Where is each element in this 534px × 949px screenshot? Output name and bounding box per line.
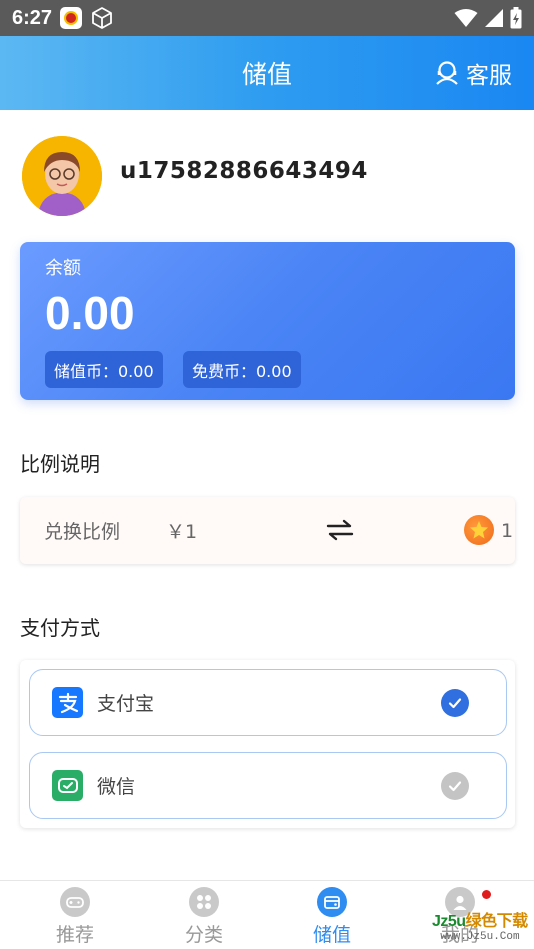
nav-label-category: 分类 xyxy=(184,924,223,946)
avatar[interactable] xyxy=(22,136,102,216)
balance-card: 余额 0.00 储值币：0.00 免费币：0.00 xyxy=(20,242,515,400)
coin-icon xyxy=(464,515,494,545)
payment-option-label: 支付宝 xyxy=(97,693,155,715)
ratio-label: 兑换比例 xyxy=(44,521,121,543)
status-time: 6:27 xyxy=(12,6,53,29)
wechat-icon xyxy=(52,770,83,801)
payment-option-alipay[interactable]: 支付宝 xyxy=(29,669,507,736)
gamepad-icon xyxy=(60,887,90,917)
app-notification-icon xyxy=(60,7,83,29)
ratio-amount: ￥1 xyxy=(166,521,198,543)
page-title: 储值 xyxy=(241,60,292,89)
headset-icon xyxy=(436,61,458,85)
payment-option-label: 微信 xyxy=(97,776,136,798)
avatar-image xyxy=(22,136,102,216)
free-coins-badge: 免费币：0.00 xyxy=(183,351,301,388)
username: u17582886643494 xyxy=(120,158,368,184)
unselected-check-icon[interactable] xyxy=(441,771,469,800)
status-bar: 6:27 xyxy=(0,0,534,36)
customer-service-label: 客服 xyxy=(466,63,512,89)
page-header: 储值 客服 xyxy=(0,36,534,110)
nav-item-category[interactable]: 分类 xyxy=(154,887,254,947)
watermark-text: 绿色下载 xyxy=(465,913,529,930)
cube-icon xyxy=(92,7,112,29)
customer-service-button[interactable]: 客服 xyxy=(434,36,512,110)
wallet-icon xyxy=(317,887,347,917)
stored-coins-badge: 储值币：0.00 xyxy=(45,351,163,388)
swap-icon xyxy=(326,519,354,541)
exchange-ratio-box: 兑换比例 ￥1 1 xyxy=(20,497,515,564)
nav-label-recharge: 储值 xyxy=(312,924,351,946)
signal-icon xyxy=(485,9,503,27)
balance-label: 余额 xyxy=(45,258,81,279)
alipay-icon xyxy=(52,687,83,718)
nav-item-recommend[interactable]: 推荐 xyxy=(25,887,125,947)
nav-label-recommend: 推荐 xyxy=(55,924,94,946)
payment-methods-card: 支付宝 微信 xyxy=(20,660,515,828)
nav-item-recharge[interactable]: 储值 xyxy=(282,887,382,947)
grid-icon xyxy=(189,887,219,917)
coin-count: 1 xyxy=(501,519,514,542)
payment-section-title: 支付方式 xyxy=(20,616,100,640)
notification-dot xyxy=(482,890,491,899)
watermark-url: www.Jz5u.Com xyxy=(440,931,520,943)
ratio-section-title: 比例说明 xyxy=(20,452,100,476)
watermark-brand: Jz5u xyxy=(432,913,466,930)
battery-icon xyxy=(510,7,522,29)
selected-check-icon[interactable] xyxy=(441,688,469,717)
watermark: Jz5u绿色下载 www.Jz5u.Com xyxy=(432,907,528,943)
wifi-icon xyxy=(454,9,478,27)
payment-option-wechat[interactable]: 微信 xyxy=(29,752,507,819)
balance-value: 0.00 xyxy=(45,287,135,339)
